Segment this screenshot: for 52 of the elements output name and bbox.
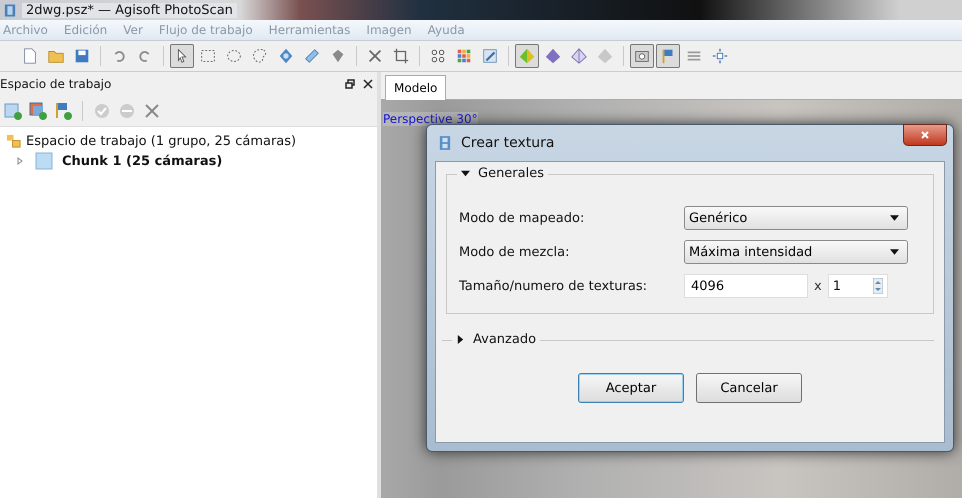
add-markers-icon[interactable] — [53, 101, 73, 121]
diamond-icon — [277, 47, 295, 65]
dashed-ellipse-icon — [225, 47, 243, 65]
dialog-button[interactable]: Cancelar — [696, 373, 802, 403]
workspace-icon — [6, 134, 21, 148]
undock-icon[interactable] — [345, 79, 355, 89]
projection-label: Perspective 30° — [383, 112, 478, 126]
tab[interactable]: Modelo — [385, 75, 446, 100]
dropdown[interactable]: Máxima intensidad — [684, 240, 908, 264]
close-icon — [920, 130, 930, 140]
dashed-rectangle-icon — [199, 47, 217, 65]
add-photos-icon[interactable] — [28, 101, 48, 121]
dots-grid-icon — [429, 47, 447, 65]
field-label: Tamaño/numero de texturas: — [459, 278, 648, 294]
dialog-title: Crear textura — [461, 135, 554, 151]
add-chunk-icon[interactable] — [3, 101, 23, 121]
toolbar-button[interactable] — [170, 44, 194, 68]
close-icon — [366, 47, 384, 65]
disclosure-triangle-icon[interactable] — [461, 169, 470, 178]
color-grid-icon — [455, 47, 473, 65]
chunk-icon — [35, 152, 53, 170]
field-label: Modo de mezcla: — [459, 244, 570, 260]
film-icon — [439, 135, 451, 151]
crop-icon — [392, 47, 410, 65]
caret-icon — [890, 215, 899, 221]
tree-item[interactable]: Chunk 1 (25 cámaras) — [62, 154, 222, 168]
group-label[interactable]: Generales — [478, 166, 544, 181]
move-icon — [711, 47, 729, 65]
model-viewport[interactable]: Perspective 30° Crear textura Generales Modo de mapeado: Genérico Modo de mezcla: Máxima intensidad Tamaño/numero de texturas: 4096 x 1 Avanzado Aceptar Cancelar — [381, 100, 962, 498]
pyramid-outline-icon — [570, 47, 588, 65]
toolbar-button[interactable] — [630, 44, 654, 68]
disclosure-triangle-icon[interactable] — [456, 335, 465, 344]
dialog-button[interactable]: Aceptar — [578, 373, 684, 403]
expand-arrow-icon[interactable] — [16, 157, 24, 165]
group-label[interactable]: Avanzado — [473, 332, 536, 347]
dropdown[interactable]: Genérico — [684, 206, 908, 230]
caret-icon — [890, 249, 899, 255]
close-button[interactable] — [903, 124, 947, 146]
field-label: Modo de mapeado: — [459, 210, 586, 226]
grid-pen-icon — [481, 47, 499, 65]
tree-item[interactable]: Espacio de trabajo (1 grupo, 25 cámaras) — [26, 134, 296, 148]
spin-box[interactable]: 1 — [828, 274, 888, 298]
new-file-icon — [21, 47, 39, 65]
check-icon[interactable] — [92, 101, 112, 121]
panel-title: Espacio de trabajo — [0, 77, 112, 91]
times-sign: x — [814, 278, 822, 294]
input-field[interactable]: 4096 — [684, 274, 808, 298]
window-title: 2dwg.psz* — Agisoft PhotoScan — [22, 2, 237, 18]
close-icon[interactable] — [363, 79, 373, 89]
app-icon — [4, 2, 16, 18]
dashed-lasso-icon — [251, 47, 269, 65]
spin-arrows-icon — [872, 278, 883, 294]
